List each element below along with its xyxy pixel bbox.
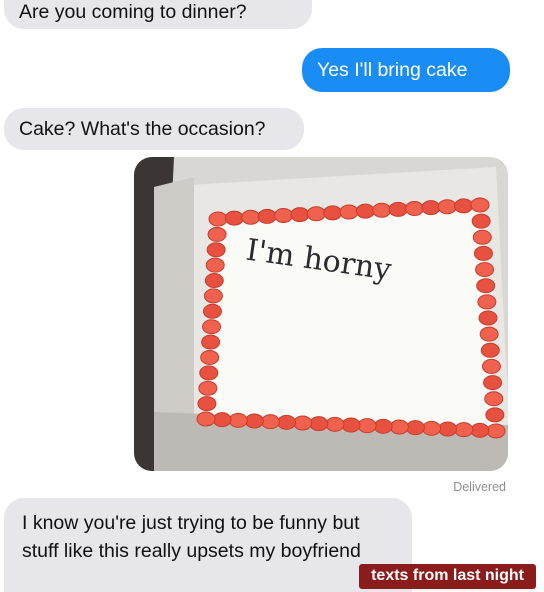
- icing-dollop: [323, 205, 343, 221]
- icing-dollop: [480, 342, 500, 358]
- icing-dollop: [206, 242, 226, 258]
- cake-photo[interactable]: I'm horny: [134, 157, 508, 471]
- icing-dollop: [421, 200, 441, 216]
- icing-dollop: [475, 262, 495, 278]
- icing-dollop: [277, 414, 297, 430]
- icing-dollop: [483, 375, 503, 391]
- icing-dollop: [203, 288, 223, 304]
- icing-dollop: [438, 421, 458, 437]
- icing-dollop: [355, 203, 375, 219]
- icing-dollop: [260, 414, 280, 430]
- icing-dollop: [198, 380, 218, 396]
- icing-dollop: [293, 415, 313, 431]
- icing-dollop: [244, 413, 264, 429]
- incoming-message: I know you're just trying to be funny bu…: [4, 498, 412, 592]
- icing-dollop: [479, 326, 499, 342]
- icing-dollop: [470, 197, 490, 213]
- icing-dollop: [199, 365, 219, 381]
- icing-dollop: [197, 396, 217, 412]
- icing-dollop: [486, 423, 506, 439]
- icing-dollop: [476, 278, 496, 294]
- icing-dollop: [204, 273, 224, 289]
- outgoing-message: Yes I'll bring cake: [302, 48, 510, 92]
- icing-dollop: [201, 334, 221, 350]
- icing-dollop: [372, 202, 392, 218]
- icing-dollop: [470, 422, 490, 438]
- icing-dollop: [241, 209, 261, 225]
- icing-dollop: [341, 417, 361, 433]
- icing-dollop: [478, 310, 498, 326]
- icing-dollop: [212, 412, 232, 428]
- icing-dollop: [208, 211, 228, 227]
- icing-dollop: [422, 420, 442, 436]
- icing-dollop: [207, 226, 227, 242]
- icing-dollop: [484, 391, 504, 407]
- icing-dollop: [205, 257, 225, 273]
- watermark-badge: texts from last night: [359, 564, 536, 589]
- icing-dollop: [481, 358, 501, 374]
- cake-image: I'm horny: [134, 157, 508, 471]
- icing-dollop: [454, 198, 474, 214]
- icing-dollop: [405, 201, 424, 216]
- icing-dollop: [306, 206, 326, 222]
- delivered-status: Delivered: [453, 480, 506, 494]
- icing-dollop: [290, 207, 310, 223]
- icing-dollop: [196, 411, 216, 427]
- icing-dollop: [437, 199, 457, 215]
- icing-dollop: [454, 422, 474, 438]
- icing-dollop: [389, 419, 409, 435]
- icing-dollop: [274, 208, 293, 223]
- icing-dollop: [485, 407, 505, 423]
- icing-dollop: [473, 245, 493, 261]
- icing-dollop: [357, 418, 377, 434]
- icing-dollop: [405, 420, 425, 436]
- icing-dollop: [228, 412, 248, 428]
- icing-dollop: [202, 303, 222, 319]
- incoming-message: Cake? What's the occasion?: [4, 108, 304, 150]
- icing-dollop: [472, 229, 492, 245]
- incoming-message: Are you coming to dinner?: [4, 0, 312, 29]
- icing-dollop: [200, 349, 220, 365]
- icing-dollop: [339, 204, 359, 220]
- icing-dollop: [477, 294, 497, 310]
- icing-dollop: [373, 418, 393, 434]
- icing-dollop: [202, 319, 222, 335]
- icing-dollop: [224, 210, 244, 226]
- icing-dollop: [471, 213, 491, 229]
- icing-dollop: [257, 208, 277, 224]
- icing-dollop: [325, 416, 345, 432]
- icing-dollop: [309, 416, 329, 432]
- icing-dollop: [388, 201, 408, 217]
